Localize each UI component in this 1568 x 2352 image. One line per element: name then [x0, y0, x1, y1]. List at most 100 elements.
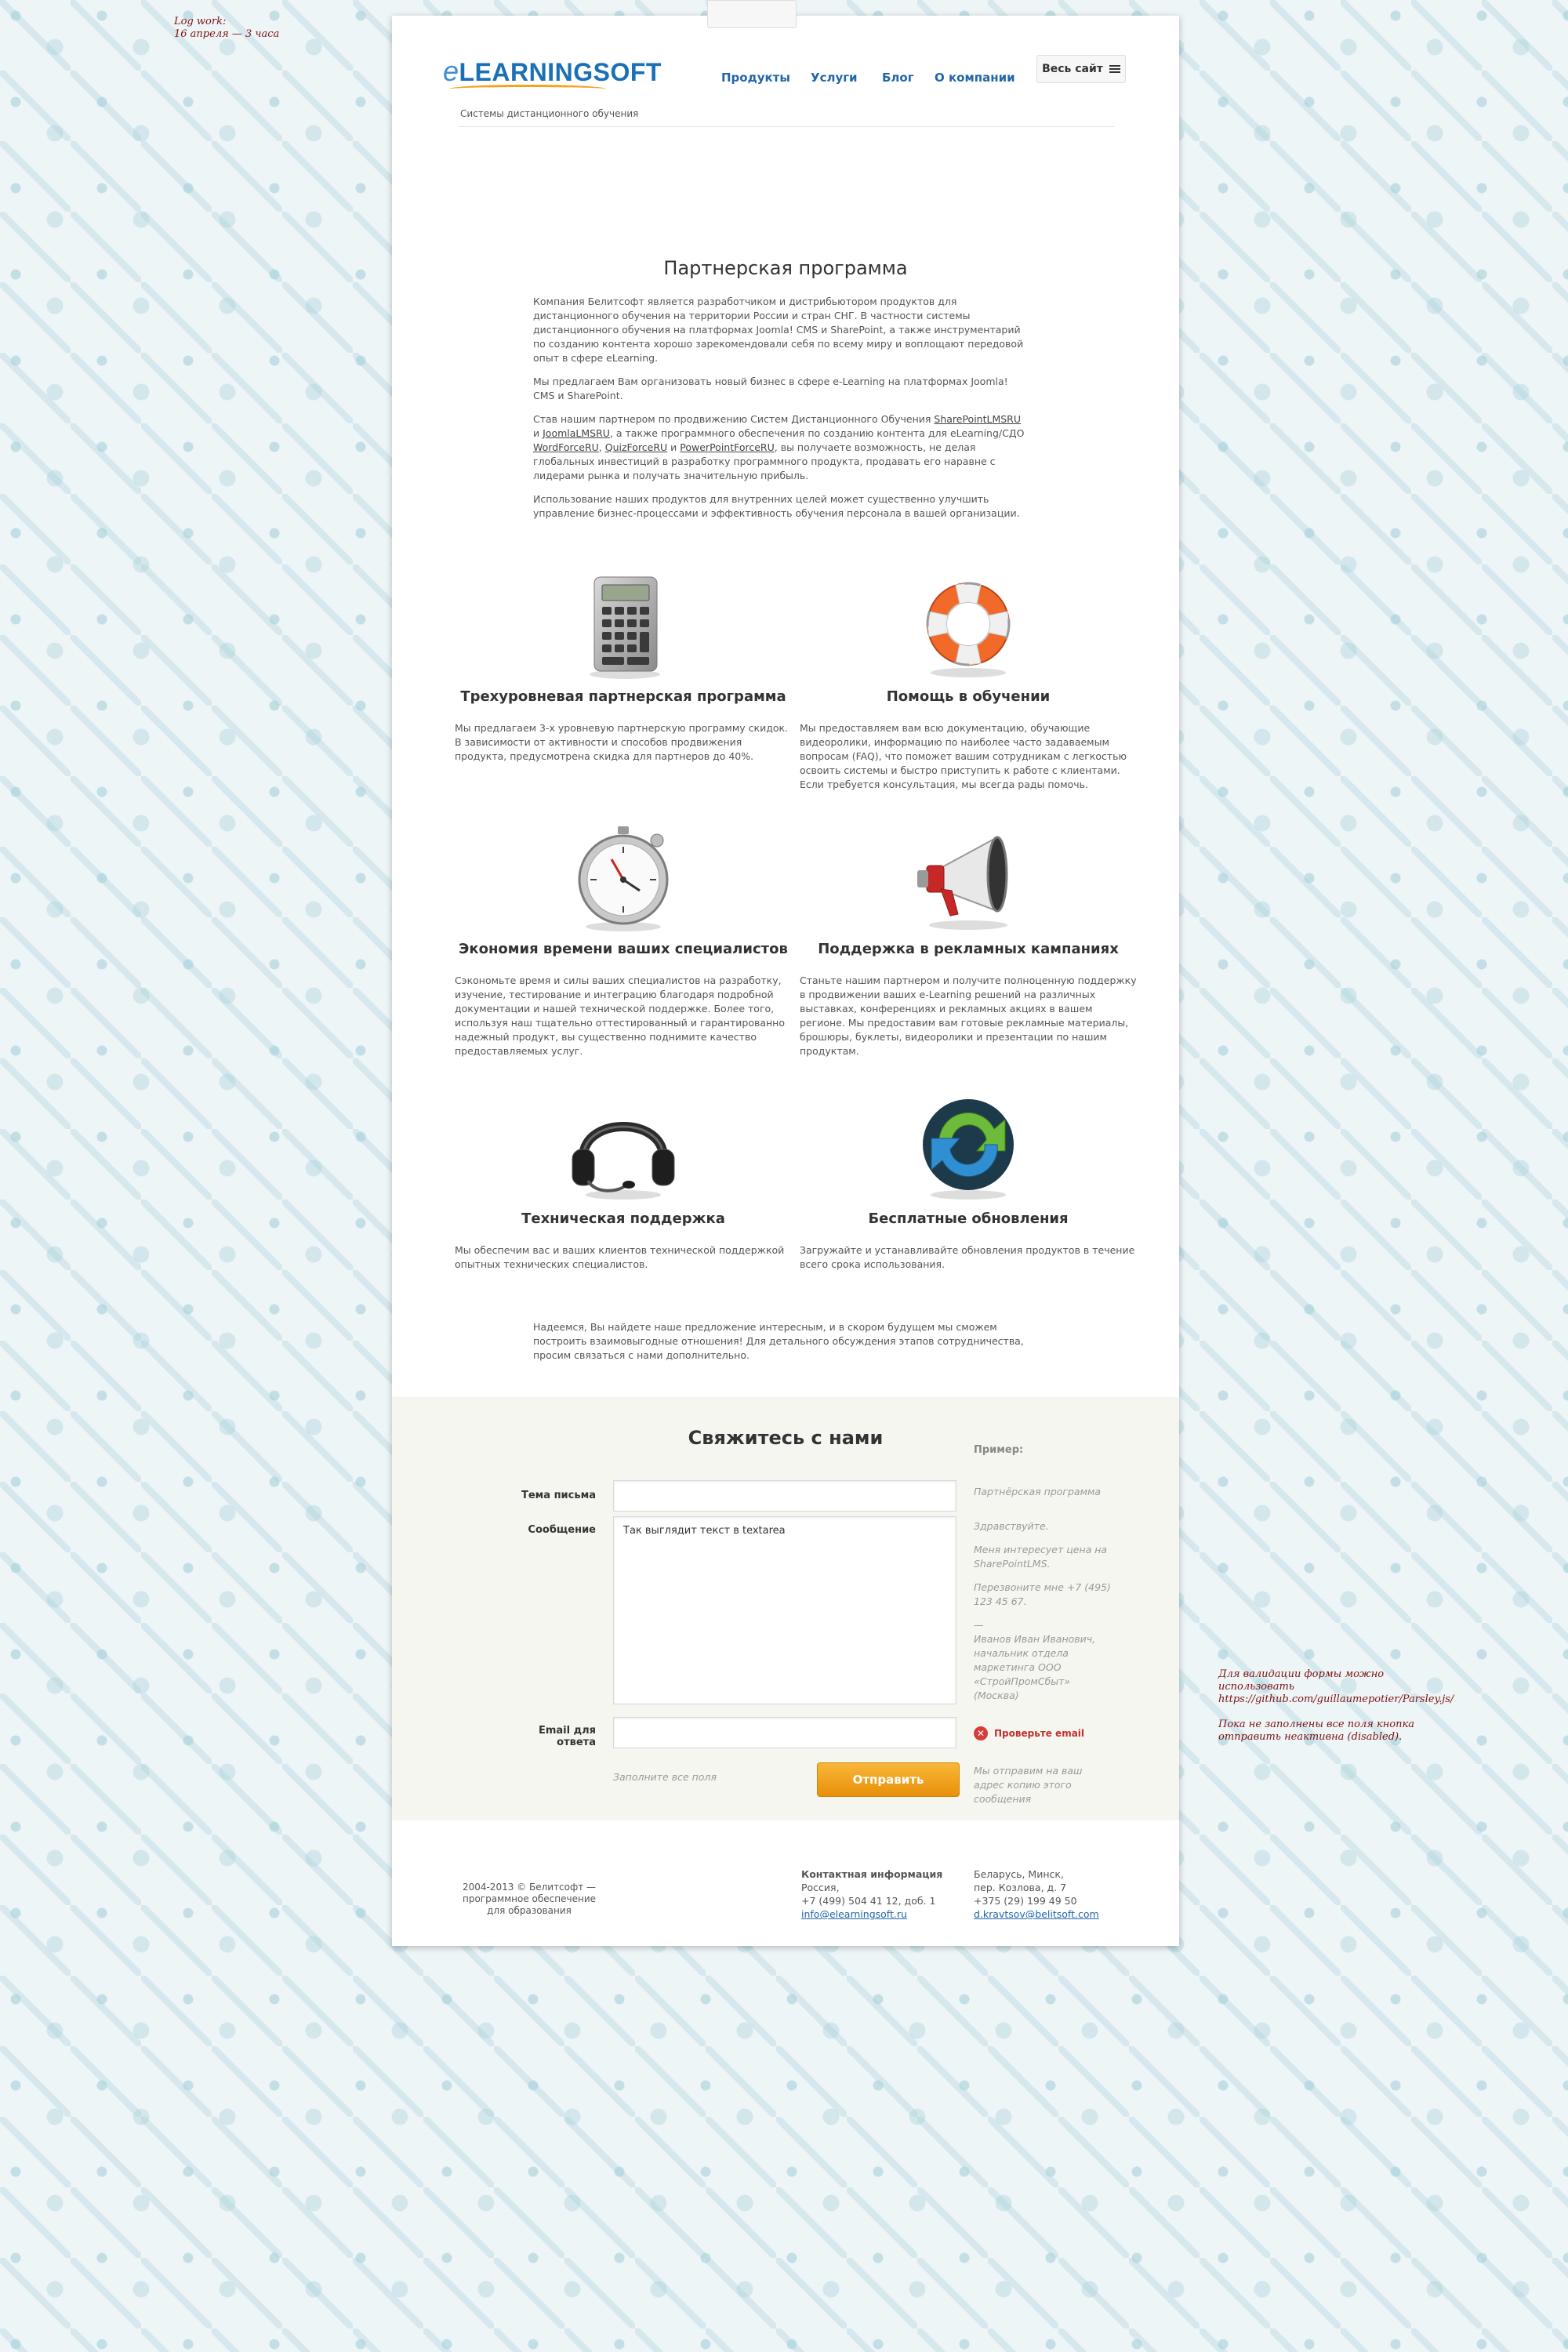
contact-belarus: Беларусь, Минск, пер. Козлова, д. 7 +375… [974, 1867, 1131, 1921]
validation-note-url: https://github.com/guillaumepotier/Parsl… [1218, 1693, 1454, 1705]
link-sharepointlms[interactable]: SharePointLMSRU [934, 413, 1021, 425]
belarus-address: Беларусь, Минск, [974, 1868, 1064, 1880]
russia-email-link[interactable]: info@elearningsoft.ru [801, 1908, 907, 1920]
copyright: 2004-2013 © Белитсофт — программное обес… [462, 1882, 597, 1916]
feature-title: Техническая поддержка [521, 1210, 725, 1227]
text-segment: и [667, 441, 681, 453]
site-header: eLEARNINGSOFT Системы дистанционного обу… [392, 0, 1179, 141]
contact-title: Свяжитесь с нами [688, 1427, 884, 1449]
example-line: Здравствуйте. [974, 1520, 1049, 1532]
error-icon: ✕ [974, 1726, 988, 1740]
logo-e: e [443, 55, 459, 87]
example-line: Меня интересует цена на SharePointLMS. [974, 1544, 1108, 1570]
page-container: eLEARNINGSOFT Системы дистанционного обу… [392, 0, 1179, 1946]
text-segment: и [533, 427, 543, 439]
intro-paragraph: Став нашим партнером по продвижению Сист… [533, 412, 1027, 483]
feature-time-saving: Экономия времени ваших специалистов Сэко… [455, 823, 792, 1082]
text-segment: , [598, 441, 605, 453]
log-work-entry: 16 апреля — 3 часа [174, 28, 280, 40]
link-wordforce[interactable]: WordForceRU [533, 441, 599, 453]
text-segment: , а также программного обеспечения по со… [609, 427, 1025, 439]
update-arrows-icon [909, 1093, 1027, 1203]
contact-section: Свяжитесь с нами Тема письма Сообщение Т… [392, 1397, 1179, 1820]
link-quizforce[interactable]: QuizForceRU [605, 441, 667, 453]
logo-tagline: Системы дистанционного обучения [460, 108, 639, 119]
feature-description: Сэкономьте время и силы ваших специалист… [455, 975, 785, 1057]
logo[interactable]: eLEARNINGSOFT Системы дистанционного обу… [443, 55, 662, 119]
example-line: — [974, 1619, 984, 1631]
nav-blog[interactable]: Блог [882, 71, 914, 85]
belarus-email-link[interactable]: d.kravtsov@belitsoft.com [974, 1908, 1099, 1920]
whole-site-button[interactable]: Весь сайт [1036, 55, 1126, 83]
message-label: Сообщение [528, 1524, 596, 1536]
link-joomlalms[interactable]: JoomlaLMSRU [543, 427, 610, 439]
menu-icon [1109, 68, 1120, 70]
example-line: Перезвоните мне +7 (495) 123 45 67. [974, 1581, 1111, 1607]
nav-services[interactable]: Услуги [811, 71, 858, 85]
link-powerpointforce[interactable]: PowerPointForceRU [680, 441, 774, 453]
send-button[interactable]: Отправить [817, 1762, 960, 1797]
feature-description: Станьте нашим партнером и получите полно… [800, 975, 1137, 1057]
logo-wordmark: eLEARNINGSOFT [443, 55, 662, 88]
log-work-title: Log work: [174, 16, 227, 27]
email-error: ✕ Проверьте email [974, 1726, 1084, 1740]
lifebuoy-icon [909, 571, 1027, 681]
feature-description: Загружайте и устанавливайте обновления п… [800, 1244, 1135, 1270]
contact-info-title: Контактная информация [801, 1868, 943, 1880]
example-message: Здравствуйте. Меня интересует цена на Sh… [974, 1519, 1111, 1712]
stopwatch-icon [564, 823, 682, 933]
nav-products[interactable]: Продукты [721, 71, 790, 85]
closing-text: Надеемся, Вы найдете наше предложение ин… [533, 1321, 1024, 1361]
intro-paragraph: Использование наших продуктов для внутре… [533, 493, 1020, 519]
validation-note-line: Для валидации формы можно [1218, 1668, 1385, 1680]
example-subject: Партнёрская программа [974, 1486, 1102, 1497]
email-input[interactable] [613, 1717, 956, 1748]
belarus-phone: +375 (29) 199 49 50 [974, 1895, 1077, 1907]
russia-phone: +7 (499) 504 41 12, доб. 1 [801, 1895, 936, 1907]
whole-site-label: Весь сайт [1042, 63, 1103, 75]
fill-all-hint: Заполните все поля [613, 1771, 717, 1783]
russia-country: Россия, [801, 1882, 840, 1893]
feature-partner-program: Трехуровневая партнерская программа Мы п… [455, 571, 792, 798]
contact-russia: Контактная информация Россия, +7 (499) 5… [801, 1867, 958, 1921]
message-textarea[interactable]: Так выглядит текст в textarea [613, 1516, 956, 1704]
feature-title: Поддержка в рекламных кампаниях [818, 941, 1119, 957]
intro-text: Компания Белитсофт является разработчико… [533, 295, 1027, 530]
belarus-street: пер. Козлова, д. 7 [974, 1882, 1067, 1893]
copy-hint: Мы отправим на ваш адрес копию этого соо… [974, 1765, 1083, 1805]
headset-icon [564, 1093, 682, 1203]
validation-note: Для валидации формы можно использовать h… [1218, 1668, 1454, 1744]
site-footer: 2004-2013 © Белитсофт — программное обес… [392, 1820, 1179, 1946]
email-error-text: Проверьте email [994, 1728, 1085, 1739]
feature-title: Бесплатные обновления [868, 1210, 1069, 1227]
header-divider [459, 126, 1114, 127]
subject-label: Тема письма [521, 1490, 596, 1501]
intro-paragraph: Компания Белитсофт является разработчико… [533, 296, 1024, 364]
feature-description: Мы обеспечим вас и ваших клиентов технич… [455, 1244, 785, 1270]
feature-title: Трехуровневая партнерская программа [460, 688, 786, 705]
megaphone-icon [909, 823, 1027, 933]
feature-title: Помощь в обучении [886, 688, 1051, 705]
example-line: Иванов Иван Иванович, начальник отдела м… [974, 1633, 1096, 1701]
feature-tech-support: Техническая поддержка Мы обеспечим вас и… [455, 1093, 792, 1297]
send-button-label: Отправить [852, 1773, 924, 1787]
validation-note-line: Пока не заполнены все поля кнопка [1218, 1719, 1414, 1730]
calculator-icon [564, 571, 682, 681]
log-work-note: Log work: 16 апреля — 3 часа [174, 16, 279, 41]
feature-free-updates: Бесплатные обновления Загружайте и устан… [800, 1093, 1137, 1297]
intro-paragraph: Мы предлагаем Вам организовать новый биз… [533, 376, 1008, 401]
email-label: Email для ответа [538, 1725, 596, 1748]
logo-text: LEARNINGSOFT [459, 58, 662, 86]
nav-about[interactable]: О компании [935, 71, 1015, 85]
feature-training-help: Помощь в обучении Мы предоставляем вам в… [800, 571, 1137, 806]
text-segment: Став нашим партнером по продвижению Сист… [533, 413, 935, 425]
page-title: Партнерская программа [663, 257, 908, 279]
validation-note-line: использовать [1218, 1681, 1294, 1693]
example-title: Пример: [974, 1444, 1024, 1456]
feature-ad-campaigns: Поддержка в рекламных кампаниях Станьте … [800, 823, 1137, 1082]
feature-description: Мы предлагаем 3-х уровневую партнерскую … [455, 722, 789, 762]
feature-title: Экономия времени ваших специалистов [459, 941, 788, 957]
validation-note-line: отправить неактивна (disabled). [1218, 1731, 1403, 1743]
feature-description: Мы предоставляем вам всю документацию, о… [800, 722, 1127, 790]
subject-input[interactable] [613, 1480, 956, 1512]
